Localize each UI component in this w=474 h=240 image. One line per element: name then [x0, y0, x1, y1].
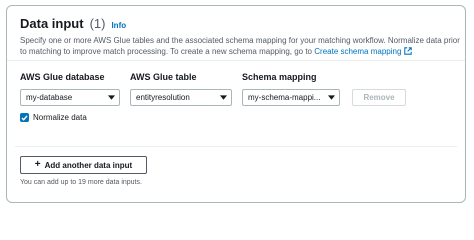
panel-description: Specify one or more AWS Glue tables and …: [20, 36, 460, 57]
add-data-input-label: Add another data input: [44, 160, 133, 170]
schema-mapping-select[interactable]: my-schema-mappi...: [242, 89, 340, 106]
caret-down-icon: [220, 95, 227, 100]
panel-title: Data input: [20, 16, 84, 31]
table-label: AWS Glue table: [130, 72, 197, 82]
external-link-icon: [404, 46, 413, 55]
header-divider: [7, 60, 465, 61]
database-select[interactable]: my-database: [20, 89, 120, 106]
database-select-value: my-database: [26, 93, 73, 102]
add-data-input-button[interactable]: + Add another data input: [20, 156, 147, 174]
title-row: Data input (1) Info: [20, 16, 452, 31]
item-count: (1): [89, 16, 106, 31]
schema-mapping-select-value: my-schema-mappi...: [248, 93, 321, 102]
checkmark-icon: [21, 114, 28, 121]
create-schema-mapping-link[interactable]: Create schema mapping: [314, 46, 413, 56]
schema-mapping-label: Schema mapping: [242, 72, 317, 82]
database-label: AWS Glue database: [20, 72, 105, 82]
table-select[interactable]: entityresolution: [130, 89, 232, 106]
normalize-data-checkbox[interactable]: [20, 113, 29, 122]
plus-icon: +: [34, 159, 41, 170]
add-limit-hint: You can add up to 19 more data inputs.: [20, 179, 142, 186]
panel-header: Data input (1) Info Specify one or more …: [20, 16, 460, 57]
normalize-data-label: Normalize data: [33, 113, 87, 122]
info-link[interactable]: Info: [111, 21, 126, 30]
caret-down-icon: [328, 95, 335, 100]
section-divider: [15, 146, 457, 147]
data-input-panel: Data input (1) Info Specify one or more …: [6, 5, 466, 203]
remove-button[interactable]: Remove: [352, 89, 406, 106]
caret-down-icon: [108, 95, 115, 100]
create-schema-mapping-link-label: Create schema mapping: [314, 46, 402, 56]
table-select-value: entityresolution: [136, 93, 190, 102]
